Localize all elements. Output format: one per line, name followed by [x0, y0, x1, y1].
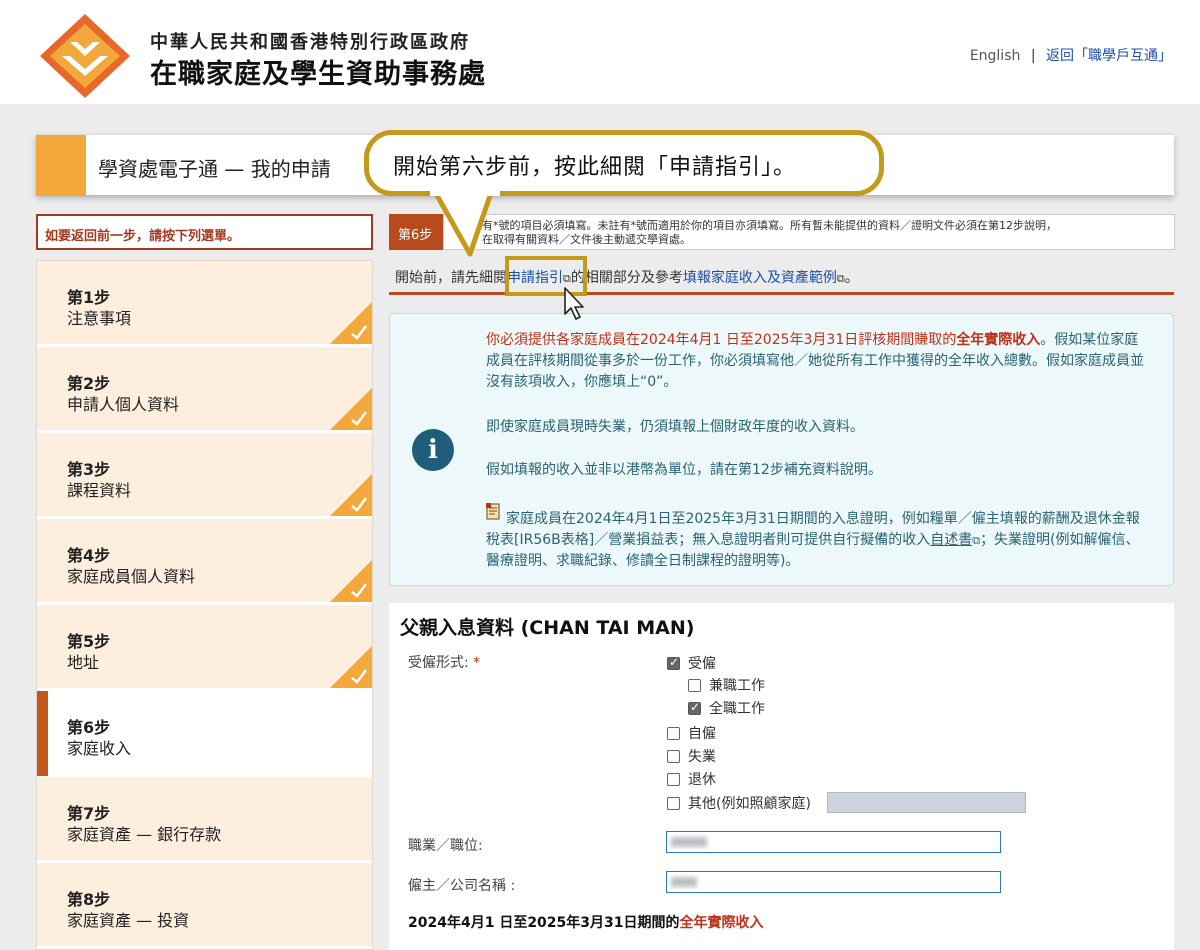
tutorial-callout: 開始第六步前，按此細閱「申請指引」。 [364, 130, 884, 196]
info-red-text: 你必須提供各家庭成員在2024年4月1 日至2025年3月31日評核期間賺取的 [486, 332, 957, 348]
checkbox-retired[interactable] [667, 773, 680, 786]
step-name: 課程資料 [67, 481, 132, 500]
checkbox-unemployed[interactable] [667, 750, 680, 763]
step-name: 地址 [67, 653, 100, 672]
option-full-time[interactable]: 全職工作 [688, 698, 765, 718]
option-unemployed[interactable]: 失業 [667, 746, 716, 766]
option-employed[interactable]: 受僱 [667, 653, 716, 673]
info-paragraph-4: 家庭成員在2024年4月1日至2025年3月31日期間的入息證明，例如糧單／僱主… [486, 509, 1151, 572]
option-label: 退休 [688, 772, 716, 788]
completed-check-icon [330, 646, 372, 688]
step-name: 家庭資產 — 投資 [67, 911, 190, 930]
completed-check-icon [330, 388, 372, 430]
info-paragraph-3: 假如填報的收入並非以港幣為單位，請在第12步補充資料說明。 [486, 462, 882, 478]
page-title: 學資處電子通 — 我的申請 [98, 157, 331, 181]
external-link-icon: ⧉ [972, 534, 981, 547]
checkbox-employed[interactable] [667, 655, 680, 670]
info-paragraph-1: 你必須提供各家庭成員在2024年4月1 日至2025年3月31日評核期間賺取的全… [486, 330, 1151, 393]
checkbox-part-time[interactable] [688, 679, 701, 692]
option-self-employed[interactable]: 自僱 [667, 723, 716, 743]
info-icon: i [412, 429, 454, 471]
english-link[interactable]: English [970, 48, 1021, 64]
notice-line-2: 在取得有關資料／文件後主動遞交學資處。 [482, 233, 691, 246]
org-name-line2: 在職家庭及學生資助事務處 [150, 59, 486, 90]
checkbox-other[interactable] [667, 797, 680, 810]
callout-text: 開始第六步前，按此細閱「申請指引」。 [393, 155, 797, 180]
mouse-cursor-icon [564, 287, 584, 320]
option-part-time[interactable]: 兼職工作 [688, 675, 765, 695]
external-link-icon: ⧉ [836, 272, 845, 285]
step-menu: 第1步 注意事項 第2步 申請人個人資料 第3步 課程資料 第4步 家庭成員個人… [36, 260, 373, 950]
checkbox-full-time[interactable] [688, 700, 701, 715]
step-name: 申請人個人資料 [67, 395, 180, 414]
option-label: 全職工作 [709, 701, 765, 717]
title-accent [36, 135, 86, 196]
step-menu-item-7[interactable]: 第7步 家庭資產 — 銀行存款 [37, 777, 372, 862]
option-label: 其他(例如照顧家庭) [688, 796, 811, 812]
nav-separator: | [1030, 48, 1036, 64]
employment-type-label: 受僱形式: * [408, 655, 481, 671]
site-header: 中華人民共和國香港特別行政區政府 在職家庭及學生資助事務處 English | … [0, 0, 1200, 104]
required-mark: * [473, 655, 481, 671]
option-retired[interactable]: 退休 [667, 769, 716, 789]
back-hint-box: 如要返回前一步，請按下列選單。 [36, 214, 373, 250]
father-income-form: 父親入息資料 (CHAN TAI MAN) 受僱形式: * 受僱 兼職工作 全職… [389, 603, 1174, 950]
step-name: 家庭收入 [67, 739, 132, 758]
callout-tail [430, 190, 500, 257]
step-menu-item-2[interactable]: 第2步 申請人個人資料 [37, 347, 372, 432]
before-prefix: 開始前，請先細閱 [395, 270, 507, 286]
option-label: 兼職工作 [709, 678, 765, 694]
completed-check-icon [330, 474, 372, 516]
step-name: 家庭資產 — 銀行存款 [67, 825, 222, 844]
option-label: 受僱 [688, 656, 716, 672]
self-declaration-link[interactable]: 自述書 [930, 532, 972, 548]
occupation-input[interactable] [666, 831, 1001, 853]
step-name: 家庭成員個人資料 [67, 567, 196, 586]
annual-income-heading: 2024年4月1 日至2025年3月31日期間的全年實際收入 [408, 915, 764, 931]
occupation-label: 職業／職位: [408, 838, 483, 854]
option-other[interactable]: 其他(例如照顧家庭) [667, 793, 811, 813]
step-name: 注意事項 [67, 309, 132, 328]
wfsfaa-logo[interactable] [38, 12, 133, 100]
form-section-title: 父親入息資料 (CHAN TAI MAN) [400, 617, 695, 639]
back-to-portal-link[interactable]: 返回「職學戶互通」 [1046, 48, 1172, 64]
step-menu-item-5[interactable]: 第5步 地址 [37, 605, 372, 690]
income-info-box: i 你必須提供各家庭成員在2024年4月1 日至2025年3月31日評核期間賺取… [389, 313, 1174, 586]
option-label: 自僱 [688, 726, 716, 742]
step-menu-item-3[interactable]: 第3步 課程資料 [37, 433, 372, 518]
income-example-link[interactable]: 填報家庭收入及資產範例 [683, 270, 837, 286]
top-nav: English | 返回「職學戶互通」 [970, 45, 1172, 65]
notice-line-1: 有*號的項目必須填寫。未註有*號而適用於你的項目亦須填寫。所有暫未能提供的資料／… [482, 219, 1057, 232]
other-employment-input[interactable] [827, 792, 1026, 813]
before-middle: 的相關部分及參考 [570, 270, 683, 286]
checkbox-self-employed[interactable] [667, 727, 680, 740]
org-name-line1: 中華人民共和國香港特別行政區政府 [150, 32, 470, 53]
redacted-value [671, 877, 697, 887]
step-menu-item-6[interactable]: 第6步 家庭收入 [37, 691, 372, 776]
redacted-value [671, 837, 707, 847]
step-menu-item-4[interactable]: 第4步 家庭成員個人資料 [37, 519, 372, 604]
before-suffix: 。 [844, 270, 859, 286]
employer-label: 僱主／公司名稱 : [408, 878, 516, 894]
back-hint-text: 如要返回前一步，請按下列選單。 [45, 229, 241, 244]
required-fields-notice: 有*號的項目必須填寫。未註有*號而適用於你的項目亦須填寫。所有暫未能提供的資料／… [443, 214, 1175, 250]
employer-input[interactable] [666, 871, 1001, 893]
step-menu-item-1[interactable]: 第1步 注意事項 [37, 261, 372, 346]
completed-check-icon [330, 302, 372, 344]
info-bold-red-text: 全年實際收入 [956, 332, 1041, 348]
active-step-indicator [37, 691, 48, 776]
option-label: 失業 [688, 749, 716, 765]
info-paragraph-2: 即使家庭成員現時失業，仍須填報上個財政年度的收入資料。 [486, 419, 864, 435]
step-menu-item-8[interactable]: 第8步 家庭資產 — 投資 [37, 863, 372, 948]
completed-check-icon [330, 560, 372, 602]
